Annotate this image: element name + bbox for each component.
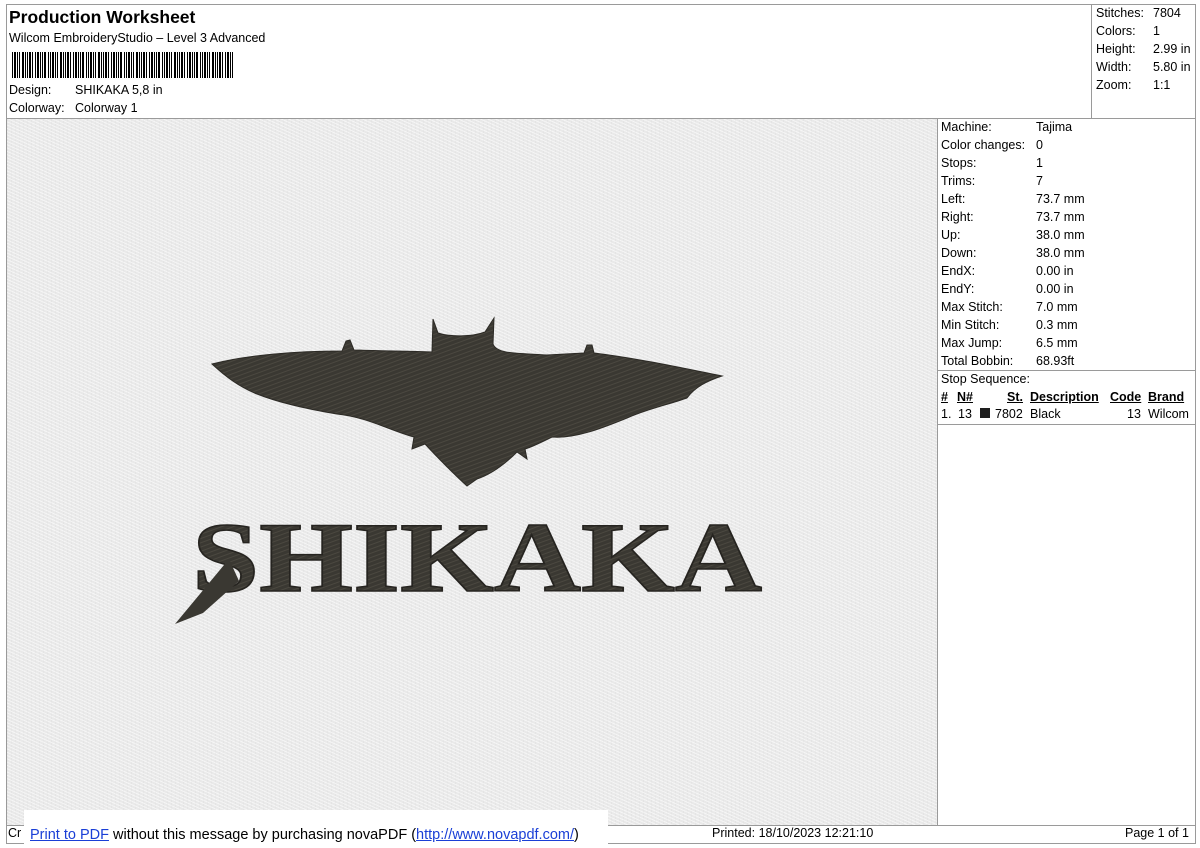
machine-row: Min Stitch: 0.3 mm [941, 318, 1078, 332]
machine-value: 73.7 mm [1036, 210, 1085, 224]
stop-sequence-title: Stop Sequence: [941, 372, 1030, 386]
zoom-label: Zoom: [1096, 78, 1132, 92]
page-number: Page 1 of 1 [1125, 826, 1189, 840]
printed-date: 18/10/2023 12:21:10 [758, 826, 874, 840]
machine-label: Max Jump: [941, 336, 1003, 350]
machine-row: Right: 73.7 mm [941, 210, 1085, 224]
machine-row: Down: 38.0 mm [941, 246, 1085, 260]
color-swatch [980, 408, 990, 418]
colors-value: 1 [1153, 24, 1160, 38]
zoom-row: Zoom: 1:1 [1096, 78, 1170, 92]
machine-value: 0.00 in [1036, 264, 1074, 278]
print-to-pdf-link[interactable]: Print to PDF [30, 827, 109, 843]
design-label: Design: [9, 83, 52, 97]
pdf-banner-text: Print to PDF without this message by pur… [30, 827, 579, 843]
colorway-label: Colorway: [9, 101, 65, 115]
col-header-code: Code [1110, 390, 1142, 404]
footer-cut-text: Cr [8, 826, 22, 840]
machine-value: 0.3 mm [1036, 318, 1078, 332]
machine-row: EndX: 0.00 in [941, 264, 1074, 278]
barcode [12, 52, 233, 78]
design-text: SHIKAKA [192, 502, 762, 613]
colorway-row: Colorway: Colorway 1 [9, 101, 138, 115]
col-header-num: # [941, 390, 948, 404]
row-needle: 13 [958, 407, 972, 421]
machine-value: 6.5 mm [1036, 336, 1078, 350]
worksheet-header: Production Worksheet Wilcom EmbroiderySt… [6, 4, 1092, 118]
printed-label: Printed: [712, 826, 756, 840]
machine-value: 38.0 mm [1036, 246, 1085, 260]
machine-label: Stops: [941, 156, 977, 170]
machine-label: Trims: [941, 174, 976, 188]
machine-label: EndX: [941, 264, 976, 278]
machine-row: EndY: 0.00 in [941, 282, 1074, 296]
stitches-row: Stitches: 7804 [1096, 6, 1181, 20]
sequence-divider [937, 370, 1196, 371]
design-preview: SHIKAKA [7, 119, 937, 825]
machine-row: Max Jump: 6.5 mm [941, 336, 1078, 350]
design-row: Design: SHIKAKA 5,8 in [9, 83, 163, 97]
design-stats: Stitches: 7804 Colors: 1 Height: 2.99 in Wi… [1091, 4, 1197, 118]
row-brand: Wilcom [1148, 407, 1189, 421]
machine-value: 38.0 mm [1036, 228, 1085, 242]
machine-row: Up: 38.0 mm [941, 228, 1085, 242]
machine-row: Color changes: 0 [941, 138, 1043, 152]
machine-row: Stops: 1 [941, 156, 1043, 170]
panel-divider [937, 118, 938, 826]
machine-label: Machine: [941, 120, 992, 134]
colors-label: Colors: [1096, 24, 1136, 38]
machine-value: Tajima [1036, 120, 1073, 134]
height-value: 2.99 in [1153, 42, 1191, 56]
machine-label: Right: [941, 210, 974, 224]
printed-info: Printed: 18/10/2023 12:21:10 [712, 826, 873, 840]
width-value: 5.80 in [1153, 60, 1191, 74]
machine-label: Min Stitch: [941, 318, 1000, 332]
machine-label: Color changes: [941, 138, 1026, 152]
col-header-needle: N# [957, 390, 973, 404]
machine-value: 68.93ft [1036, 354, 1075, 368]
machine-label: Max Stitch: [941, 300, 1003, 314]
machine-value: 73.7 mm [1036, 192, 1085, 206]
machine-label: Up: [941, 228, 961, 242]
bat-icon [210, 316, 724, 487]
machine-label: Total Bobbin: [941, 354, 1014, 368]
stitches-label: Stitches: [1096, 6, 1144, 20]
embroidery-design: SHIKAKA [175, 316, 763, 624]
row-code: 13 [1127, 407, 1141, 421]
machine-row: Max Stitch: 7.0 mm [941, 300, 1078, 314]
row-stitches: 7802 [995, 407, 1023, 421]
row-description: Black [1030, 407, 1061, 421]
machine-value: 7.0 mm [1036, 300, 1078, 314]
machine-row: Trims: 7 [941, 174, 1043, 188]
zoom-value: 1:1 [1153, 78, 1171, 92]
col-header-stitches: St. [1007, 390, 1023, 404]
machine-row: Left: 73.7 mm [941, 192, 1085, 206]
height-label: Height: [1096, 42, 1136, 56]
machine-label: Left: [941, 192, 966, 206]
machine-label: EndY: [941, 282, 975, 296]
sequence-bottom-divider [937, 424, 1196, 425]
machine-value: 0.00 in [1036, 282, 1074, 296]
machine-row: Total Bobbin: 68.93ft [941, 354, 1074, 368]
col-header-brand: Brand [1148, 390, 1185, 404]
machine-value: 1 [1036, 156, 1043, 170]
width-row: Width: 5.80 in [1096, 60, 1191, 74]
col-header-description: Description [1030, 390, 1099, 404]
width-label: Width: [1096, 60, 1132, 74]
colors-row: Colors: 1 [1096, 24, 1160, 38]
design-value: SHIKAKA 5,8 in [75, 83, 163, 97]
colorway-value: Colorway 1 [75, 101, 138, 115]
banner-close-paren: ) [574, 827, 579, 843]
machine-label: Down: [941, 246, 977, 260]
machine-row: Machine: Tajima [941, 120, 1072, 134]
machine-value: 7 [1036, 174, 1043, 188]
row-num: 1. [941, 407, 952, 421]
software-name: Wilcom EmbroideryStudio – Level 3 Advanc… [9, 31, 266, 45]
height-row: Height: 2.99 in [1096, 42, 1191, 56]
banner-message: without this message by purchasing novaP… [108, 827, 417, 843]
novapdf-url-link[interactable]: http://www.novapdf.com/ [416, 827, 574, 843]
stitches-value: 7804 [1153, 6, 1181, 20]
page-title: Production Worksheet [9, 7, 196, 27]
machine-value: 0 [1036, 138, 1043, 152]
